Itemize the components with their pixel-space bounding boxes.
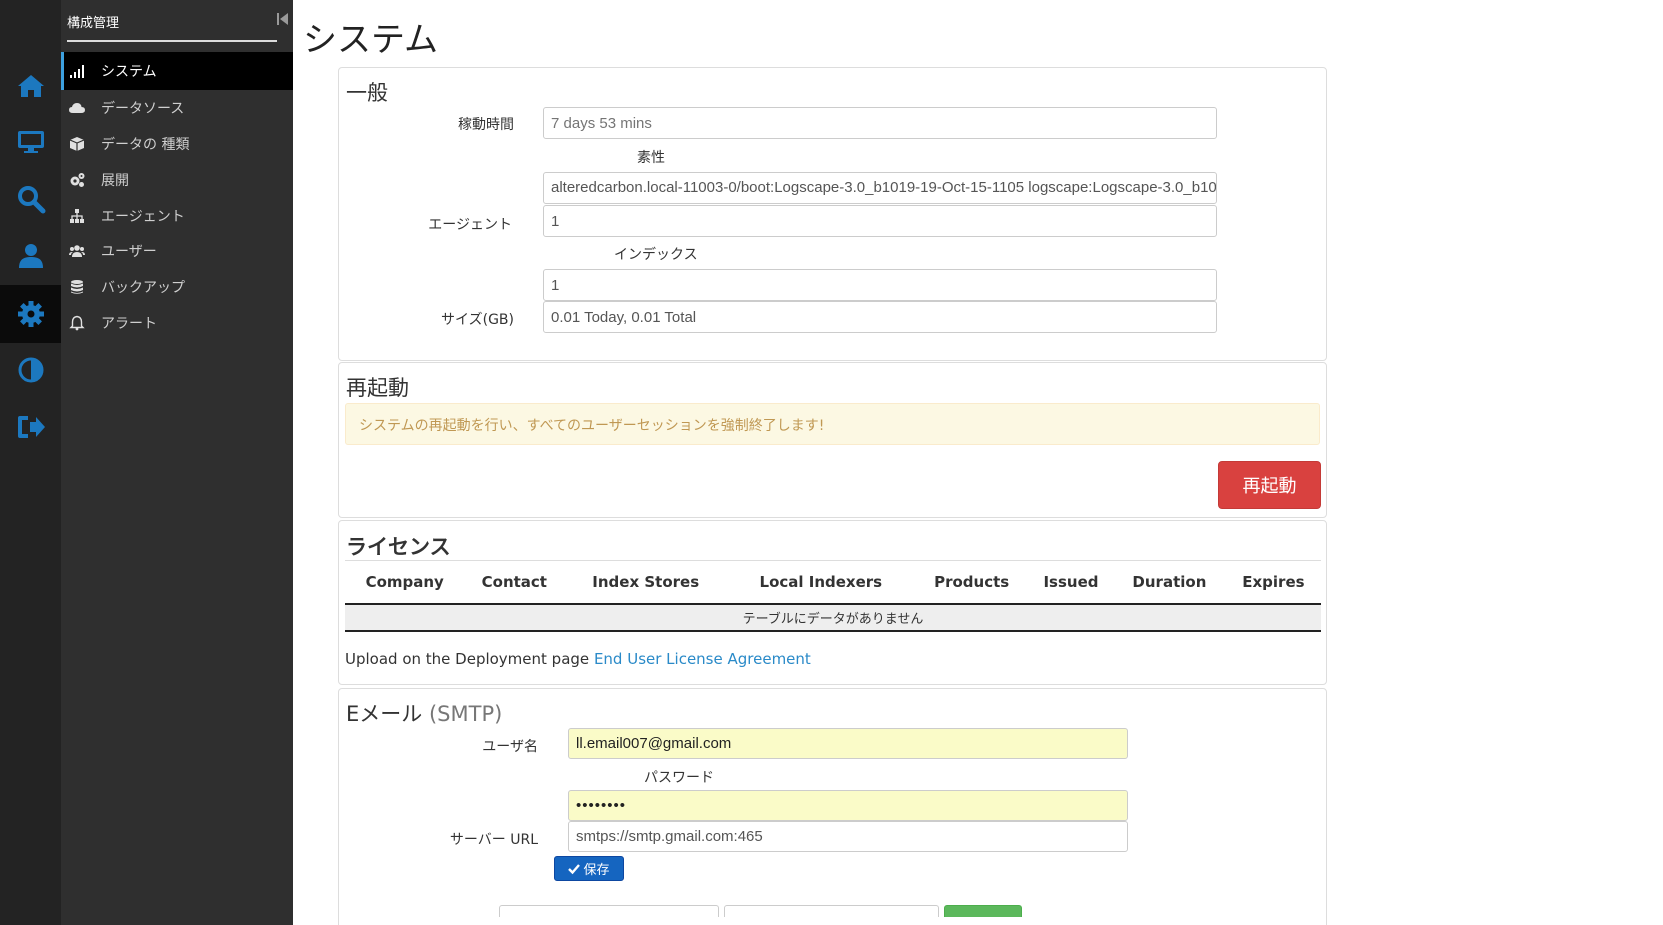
sidebar-item-label: ユーザー <box>101 244 157 260</box>
index-label: インデックス <box>614 247 698 263</box>
column-header-index-stores[interactable]: Index Stores <box>564 560 728 605</box>
password-field[interactable]: •••••••• <box>568 790 1128 821</box>
sidebar-item-label: 展開 <box>101 173 129 189</box>
monitor-icon <box>17 131 44 153</box>
app-window: 構成管理 システム データソース データの 種類 展開 エージェント ユーザー <box>0 0 1663 925</box>
cube-icon <box>69 136 85 152</box>
restart-title: 再起動 <box>346 376 409 400</box>
email-title-main: Eメール <box>346 702 423 726</box>
general-panel: 一般 稼動時間 素性 alteredcarbon.local-11003-0/b… <box>338 67 1327 361</box>
rail-monitor[interactable] <box>0 113 61 171</box>
save-button[interactable]: 保存 <box>554 856 624 881</box>
sidebar-item-datatypes[interactable]: データの 種類 <box>61 125 293 163</box>
uptime-label: 稼動時間 <box>458 117 514 133</box>
contrast-icon <box>18 357 43 383</box>
empty-table-message: テーブルにデータがありません <box>345 603 1321 632</box>
database-icon <box>69 279 85 295</box>
general-title: 一般 <box>346 81 388 105</box>
table-row: テーブルにデータがありません <box>345 603 1321 632</box>
sidebar-item-agents[interactable]: エージェント <box>61 197 293 235</box>
collapse-sidebar-icon[interactable] <box>277 12 289 26</box>
rail-user[interactable] <box>0 227 61 285</box>
username-field[interactable] <box>568 728 1128 759</box>
restart-panel: 再起動 システムの再起動を行い、すべてのユーザーセッションを強制終了します! 再… <box>338 362 1327 518</box>
license-panel: ライセンス Company Contact Index Stores Local… <box>338 520 1327 685</box>
sidebar-item-label: バックアップ <box>101 280 185 296</box>
check-icon <box>568 863 581 874</box>
home-icon <box>17 75 44 97</box>
password-label: パスワード <box>644 770 714 786</box>
partial-field[interactable] <box>724 905 939 917</box>
rail-home[interactable] <box>0 57 61 115</box>
rail-settings[interactable] <box>0 285 61 343</box>
column-header-duration[interactable]: Duration <box>1112 560 1226 605</box>
rail-logout[interactable] <box>0 398 61 456</box>
sidebar-item-users[interactable]: ユーザー <box>61 232 293 270</box>
users-icon <box>69 243 85 259</box>
main-content: システム 一般 稼動時間 素性 alteredcarbon.local-1100… <box>293 0 1663 925</box>
column-header-company[interactable]: Company <box>345 560 465 605</box>
restart-button[interactable]: 再起動 <box>1218 461 1321 509</box>
attributes-label: 素性 <box>637 150 665 166</box>
sidebar-item-alerts[interactable]: アラート <box>61 304 293 342</box>
username-label: ユーザ名 <box>482 739 538 755</box>
column-header-issued[interactable]: Issued <box>1028 560 1113 605</box>
upload-text: Upload on the Deployment page <box>345 650 590 668</box>
sidebar-item-backup[interactable]: バックアップ <box>61 268 293 306</box>
license-table: Company Contact Index Stores Local Index… <box>345 560 1321 632</box>
size-label: サイズ(GB) <box>441 312 514 328</box>
agent-label: エージェント <box>428 217 512 233</box>
rail-theme[interactable] <box>0 341 61 399</box>
save-button-label: 保存 <box>583 863 610 878</box>
server-url-field[interactable] <box>568 821 1128 852</box>
sidebar-item-system[interactable]: システム <box>61 52 293 90</box>
column-header-contact[interactable]: Contact <box>464 560 565 605</box>
rail-search[interactable] <box>0 170 61 228</box>
column-header-products[interactable]: Products <box>914 560 1029 605</box>
gear-icon <box>17 301 44 327</box>
user-icon <box>18 244 43 268</box>
bell-icon <box>69 315 85 331</box>
sidebar-item-label: システム <box>101 64 157 80</box>
page-title: システム <box>303 20 438 60</box>
signal-icon <box>69 63 85 79</box>
email-panel: Eメール (SMTP) ユーザ名 パスワード •••••••• サーバー URL… <box>338 688 1327 925</box>
sitemap-icon <box>69 208 85 224</box>
sidebar-item-datasource[interactable]: データソース <box>61 89 293 127</box>
restart-warning: システムの再起動を行い、すべてのユーザーセッションを強制終了します! <box>345 403 1320 445</box>
settings-sidebar: 構成管理 システム データソース データの 種類 展開 エージェント ユーザー <box>61 0 293 925</box>
cloud-icon <box>69 100 85 116</box>
search-icon <box>17 186 45 214</box>
column-header-expires[interactable]: Expires <box>1225 560 1321 605</box>
cogs-icon <box>69 172 85 188</box>
index-field[interactable] <box>543 269 1217 301</box>
sign-out-icon <box>17 416 45 438</box>
sidebar-item-label: アラート <box>101 316 157 332</box>
icon-rail <box>0 0 61 925</box>
license-title: ライセンス <box>346 535 451 559</box>
size-field[interactable] <box>543 301 1217 333</box>
sidebar-item-label: データの 種類 <box>101 137 190 153</box>
sidebar-item-deploy[interactable]: 展開 <box>61 161 293 199</box>
agent-field[interactable] <box>543 205 1217 237</box>
partial-field[interactable] <box>499 905 719 917</box>
sidebar-item-label: データソース <box>101 101 185 117</box>
upload-note: Upload on the Deployment page End User L… <box>345 650 811 668</box>
sidebar-title: 構成管理 <box>67 10 277 42</box>
uptime-field <box>543 107 1217 139</box>
sidebar-item-label: エージェント <box>101 209 185 225</box>
email-title: Eメール (SMTP) <box>346 698 502 728</box>
column-header-local-indexers[interactable]: Local Indexers <box>727 560 915 605</box>
partial-button[interactable] <box>944 905 1022 917</box>
server-url-label: サーバー URL <box>449 832 538 848</box>
email-title-protocol: (SMTP) <box>428 702 503 726</box>
attributes-field[interactable]: alteredcarbon.local-11003-0/boot:Logscap… <box>543 172 1217 204</box>
eula-link[interactable]: End User License Agreement <box>594 650 811 668</box>
